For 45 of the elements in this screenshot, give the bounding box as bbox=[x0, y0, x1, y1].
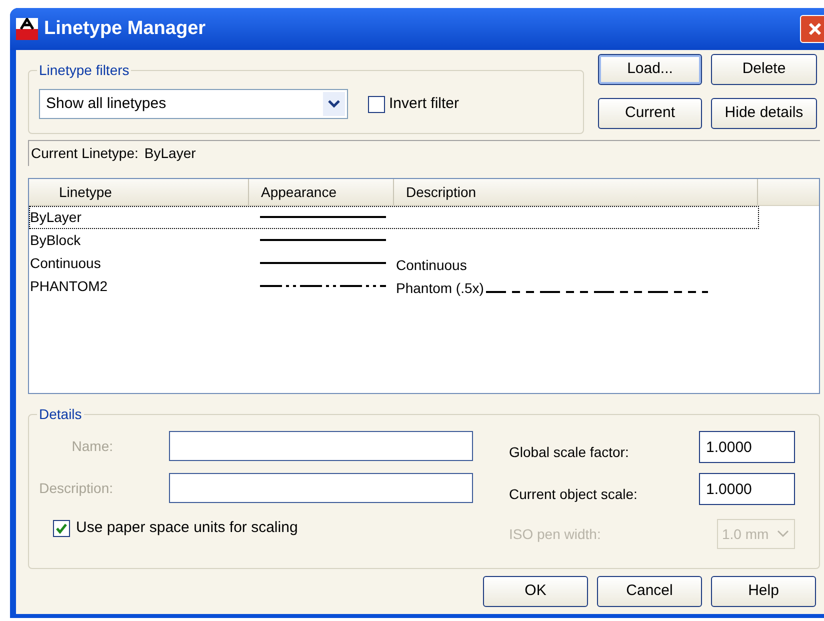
dialog-button[interactable]: Help bbox=[711, 576, 816, 607]
column-header[interactable]: Description bbox=[394, 179, 758, 205]
current-linetype-value: ByLayer bbox=[144, 144, 196, 163]
invert-filter-checkbox[interactable] bbox=[368, 96, 385, 112]
field-label: Current object scale: bbox=[509, 484, 638, 504]
table-row[interactable]: ByLayer bbox=[29, 206, 759, 229]
dialog-button[interactable]: OK bbox=[483, 576, 588, 607]
linetype-filter-dropdown[interactable]: Show all linetypes bbox=[39, 89, 348, 119]
table-cell-text: Continuous bbox=[396, 256, 467, 275]
field-label: Description: bbox=[38, 478, 114, 498]
solid-line-icon bbox=[260, 239, 386, 242]
window-title: Linetype Manager bbox=[44, 16, 207, 41]
table-cell-text: Phantom (.5x) bbox=[396, 279, 484, 298]
dash-dot-line-icon bbox=[260, 285, 386, 288]
dialog-button[interactable]: Current bbox=[598, 98, 702, 129]
column-header[interactable]: Linetype bbox=[29, 179, 249, 205]
dialog-button[interactable]: Hide details bbox=[711, 98, 817, 129]
chevron-down-icon bbox=[323, 92, 345, 116]
table-row[interactable]: ByBlock bbox=[29, 229, 759, 252]
column-header[interactable]: Appearance bbox=[249, 179, 394, 205]
dialog-button[interactable]: Delete bbox=[711, 54, 817, 85]
table-cell-text: ByLayer bbox=[30, 208, 82, 227]
solid-line-icon bbox=[260, 216, 386, 219]
checkbox-label: Use paper space units for scaling bbox=[76, 518, 298, 538]
field-label: Global scale factor: bbox=[509, 442, 630, 462]
input-field[interactable]: 1.0000 bbox=[699, 431, 795, 463]
table-cell-text: Continuous bbox=[30, 254, 102, 273]
close-icon bbox=[807, 21, 823, 37]
paper-space-checkbox[interactable] bbox=[53, 520, 70, 537]
checkmark-icon bbox=[55, 522, 68, 535]
field-label: Name: bbox=[70, 436, 114, 456]
dialog-button[interactable]: Load... bbox=[598, 54, 702, 85]
checkbox-label: Invert filter bbox=[389, 94, 460, 114]
input-field[interactable]: 1.0000 bbox=[699, 473, 795, 505]
table-row[interactable]: Continuous Continuous bbox=[29, 252, 759, 275]
app-logo-icon bbox=[16, 18, 38, 40]
iso-pen-width-label: ISO pen width: bbox=[509, 524, 602, 544]
table-cell-text: ByBlock bbox=[30, 231, 82, 250]
solid-line-icon bbox=[260, 262, 386, 265]
current-linetype-label: Current Linetype: bbox=[31, 144, 138, 163]
table-row[interactable]: PHANTOM2 Phantom (.5x) bbox=[29, 275, 759, 298]
table-cell-text: PHANTOM2 bbox=[30, 277, 109, 296]
chevron-down-icon bbox=[776, 529, 790, 539]
dialog-button[interactable]: Cancel bbox=[597, 576, 702, 607]
close-button[interactable] bbox=[800, 15, 824, 43]
